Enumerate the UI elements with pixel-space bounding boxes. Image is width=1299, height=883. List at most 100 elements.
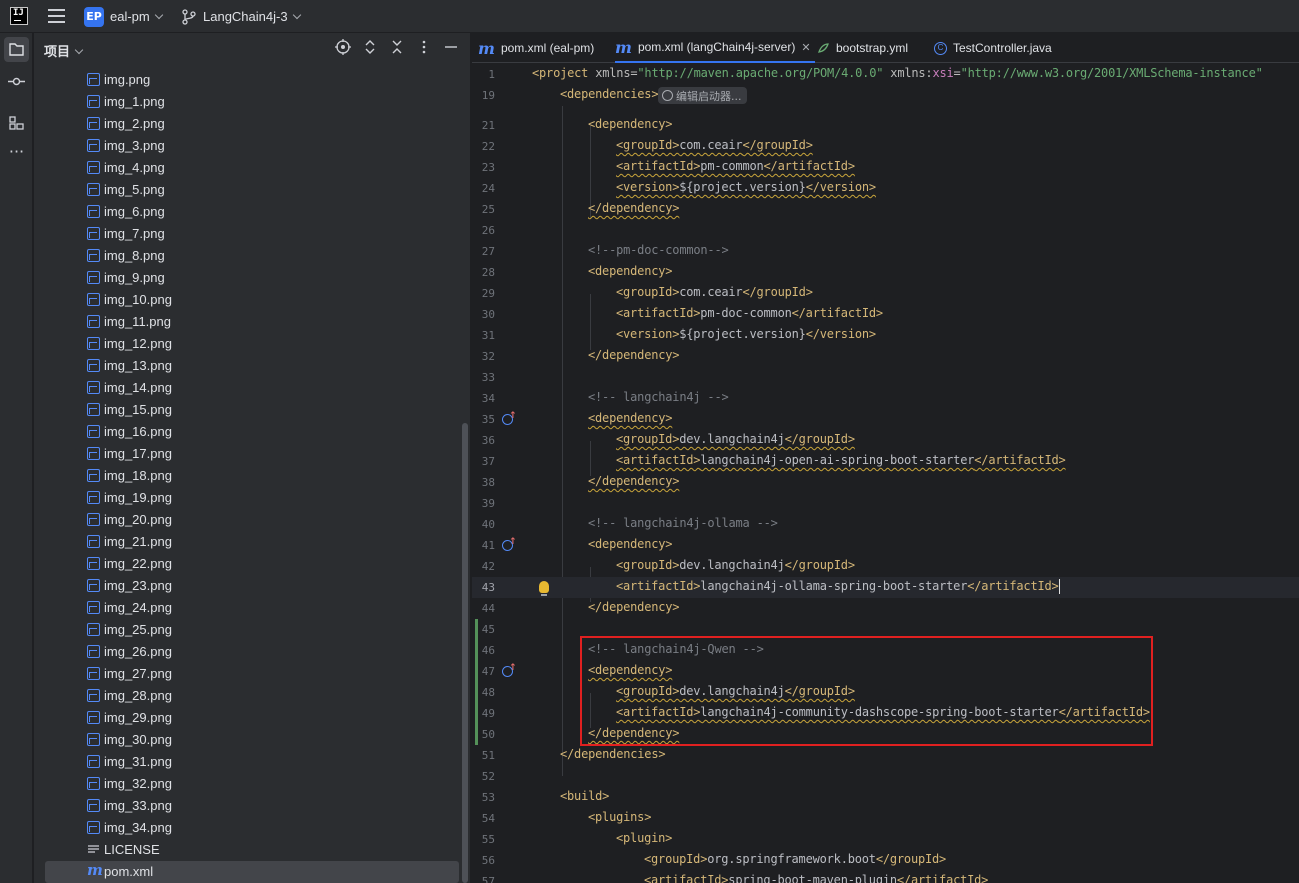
code-line[interactable]: 43 <artifactId>langchain4j-ollama-spring-… [472, 577, 1299, 598]
tree-item-file[interactable]: img_7.png [34, 223, 471, 245]
tree-item-file[interactable]: img_4.png [34, 157, 471, 179]
override-gutter-icon[interactable]: ↑ [502, 537, 517, 551]
code-line[interactable]: 36 <groupId>dev.langchain4j</groupId> [472, 430, 1299, 451]
tree-item-file[interactable]: img_1.png [34, 91, 471, 113]
commit-tool-button[interactable] [4, 69, 29, 94]
code-line[interactable]: 25 </dependency> [472, 199, 1299, 220]
code-line[interactable]: 31 <version>${project.version}</version> [472, 325, 1299, 346]
tree-item-file[interactable]: img_5.png [34, 179, 471, 201]
options-icon[interactable] [416, 39, 432, 55]
tree-item-file[interactable]: img_34.png [34, 817, 471, 839]
project-badge[interactable]: EP [84, 7, 104, 27]
tree-item-file[interactable]: img_18.png [34, 465, 471, 487]
code-line[interactable]: 52 [472, 766, 1299, 787]
tab-pom-eal-pm[interactable]: m pom.xml (eal-pm) [478, 33, 594, 63]
tree-item-file[interactable]: img_27.png [34, 663, 471, 685]
tree-item-file[interactable]: img.png [34, 69, 471, 91]
code-line[interactable]: 55 <plugin> [472, 829, 1299, 850]
tree-item-file[interactable]: img_16.png [34, 421, 471, 443]
code-line[interactable]: 56 <groupId>org.springframework.boot</gro… [472, 850, 1299, 871]
code-line[interactable]: 1 <project xmlns = "http://maven.apache.org… [472, 64, 1299, 85]
expand-all-icon[interactable] [362, 39, 378, 55]
tab-pom-langchain4j-server[interactable]: m pom.xml (langChain4j-server) ✕ [615, 33, 815, 63]
vcs-change-marker[interactable] [475, 661, 478, 682]
tree-item-file[interactable]: img_14.png [34, 377, 471, 399]
code-line[interactable]: 32 </dependency> [472, 346, 1299, 367]
code-line[interactable]: 39 [472, 493, 1299, 514]
tree-item-file[interactable]: img_6.png [34, 201, 471, 223]
main-menu-icon[interactable] [48, 9, 65, 23]
intention-bulb-icon[interactable] [539, 581, 549, 596]
tree-item-file[interactable]: img_15.png [34, 399, 471, 421]
vcs-change-marker[interactable] [475, 703, 478, 724]
tree-item-pom[interactable]: m pom.xml [45, 861, 459, 883]
code-line[interactable]: 33 [472, 367, 1299, 388]
project-selector[interactable]: eal-pm [110, 9, 163, 24]
tree-item-file[interactable]: img_22.png [34, 553, 471, 575]
tree-item-file[interactable]: img_30.png [34, 729, 471, 751]
tree-item-file[interactable]: img_33.png [34, 795, 471, 817]
tree-item-file[interactable]: img_13.png [34, 355, 471, 377]
code-line[interactable]: 30 <artifactId>pm-doc-common</artifactId> [472, 304, 1299, 325]
target-icon[interactable] [335, 39, 351, 55]
code-line[interactable]: 37 <artifactId>langchain4j-open-ai-spring… [472, 451, 1299, 472]
tree-item-file[interactable]: img_21.png [34, 531, 471, 553]
tree-item-file[interactable]: img_17.png [34, 443, 471, 465]
intellij-logo-icon[interactable]: IJ [10, 7, 28, 25]
tab-bootstrap-yml[interactable]: bootstrap.yml [817, 33, 908, 63]
code-line[interactable]: 27 <!--pm-doc-common--> [472, 241, 1299, 262]
vcs-change-marker[interactable] [475, 619, 478, 640]
tree-item-file[interactable]: img_10.png [34, 289, 471, 311]
project-tool-button[interactable] [4, 37, 29, 62]
tree-item-license[interactable]: LICENSE [34, 839, 471, 861]
project-panel-title-button[interactable]: 项目 [44, 41, 84, 60]
code-line[interactable]: 53 <build> [472, 787, 1299, 808]
close-tab-icon[interactable]: ✕ [801, 41, 810, 54]
tab-testcontroller-java[interactable]: C TestController.java [934, 33, 1052, 63]
code-line[interactable]: 44 </dependency> [472, 598, 1299, 619]
code-line[interactable]: 41 ↑ <dependency> [472, 535, 1299, 556]
structure-tool-button[interactable] [4, 111, 29, 136]
tree-item-file[interactable]: img_32.png [34, 773, 471, 795]
code-line[interactable]: 21 <dependency> [472, 115, 1299, 136]
vcs-change-marker[interactable] [475, 640, 478, 661]
more-tools-icon[interactable]: ··· [4, 143, 29, 168]
tree-scrollbar[interactable] [462, 423, 468, 883]
override-gutter-icon[interactable]: ↑ [502, 663, 517, 677]
code-line[interactable]: 29 <groupId>com.ceair</groupId> [472, 283, 1299, 304]
tree-item-file[interactable]: img_12.png [34, 333, 471, 355]
code-line[interactable]: 40 <!-- langchain4j-ollama --> [472, 514, 1299, 535]
tree-item-file[interactable]: img_26.png [34, 641, 471, 663]
tree-item-file[interactable]: img_29.png [34, 707, 471, 729]
code-line[interactable]: 35 ↑ <dependency> [472, 409, 1299, 430]
vcs-change-marker[interactable] [475, 724, 478, 745]
tree-item-file[interactable]: img_8.png [34, 245, 471, 267]
override-gutter-icon[interactable]: ↑ [502, 411, 517, 425]
tree-item-file[interactable]: img_2.png [34, 113, 471, 135]
code-line[interactable]: 26 [472, 220, 1299, 241]
tree-item-file[interactable]: img_9.png [34, 267, 471, 289]
code-line[interactable]: 51 </dependencies> [472, 745, 1299, 766]
code-line[interactable]: 22 <groupId>com.ceair</groupId> [472, 136, 1299, 157]
branch-selector[interactable]: LangChain4j-3 [203, 9, 301, 24]
tree-item-file[interactable]: img_31.png [34, 751, 471, 773]
minimize-icon[interactable] [443, 39, 459, 55]
code-line[interactable]: 28 <dependency> [472, 262, 1299, 283]
vcs-change-marker[interactable] [475, 682, 478, 703]
tree-item-file[interactable]: img_19.png [34, 487, 471, 509]
tree-item-file[interactable]: img_28.png [34, 685, 471, 707]
code-line[interactable]: 42 <groupId>dev.langchain4j</groupId> [472, 556, 1299, 577]
code-line[interactable]: 24 <version>${project.version}</version> [472, 178, 1299, 199]
tree-item-file[interactable]: img_24.png [34, 597, 471, 619]
tree-item-file[interactable]: img_23.png [34, 575, 471, 597]
code-editor[interactable]: 1 <project xmlns = "http://maven.apache.org… [472, 64, 1299, 883]
code-line[interactable]: 54 <plugins> [472, 808, 1299, 829]
code-line[interactable]: 38 </dependency> [472, 472, 1299, 493]
code-line[interactable]: 57 <artifactId>spring-boot-maven-plugin</… [472, 871, 1299, 883]
tree-item-file[interactable]: img_3.png [34, 135, 471, 157]
collapse-all-icon[interactable] [389, 39, 405, 55]
tree-item-file[interactable]: img_11.png [34, 311, 471, 333]
tree-item-file[interactable]: img_20.png [34, 509, 471, 531]
code-line[interactable]: 23 <artifactId>pm-common</artifactId> [472, 157, 1299, 178]
code-line[interactable]: 19 <dependencies> [472, 85, 1299, 106]
